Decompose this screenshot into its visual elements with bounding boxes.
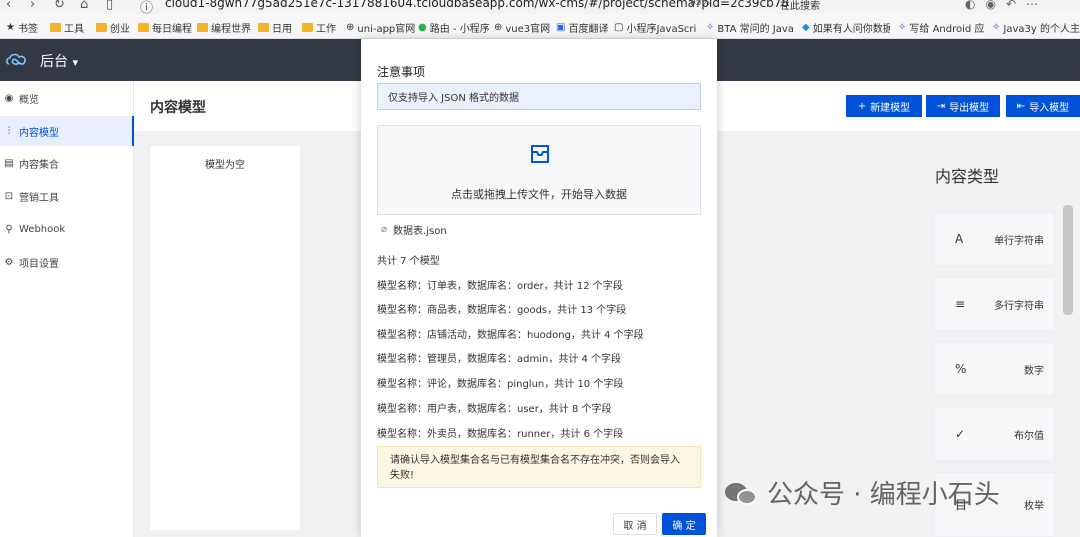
import-icon: ⇤ — [1016, 100, 1026, 112]
code-icon: ◆ — [802, 22, 810, 33]
model-summary-line: 模型名称：评论，数据库名：pinglun，共计 10 个字段 — [377, 379, 624, 390]
folder-icon — [302, 23, 313, 32]
type-card-single-line[interactable]: A 单行字符串 — [934, 212, 1055, 266]
cancel-button[interactable]: 取 消 — [613, 513, 657, 535]
bookmark-item[interactable]: ★ 书签 — [6, 20, 38, 35]
vector-icon: ✧ — [992, 22, 1001, 33]
paperclip-icon: ⌀ — [381, 224, 388, 235]
folder-icon — [197, 23, 208, 32]
bookmark-item[interactable]: ✧ Java3y 的个人主 — [992, 20, 1080, 35]
text-icon: A — [955, 232, 964, 246]
percent-icon: % — [955, 362, 967, 376]
home-icon[interactable]: ⌂ — [80, 0, 88, 12]
info-alert: 仅支持导入 JSON 格式的数据 — [377, 83, 701, 110]
model-summary-line: 模型名称：订单表，数据库名：order，共计 12 个字段 — [377, 281, 623, 292]
sidebar-item-content-collection[interactable]: ▤ 内容集合 — [0, 148, 134, 178]
sidebar-item-overview[interactable]: ◉ 概览 — [0, 83, 134, 113]
gear-icon: ⚙ — [4, 256, 14, 268]
translate-icon: ▣ — [556, 22, 566, 33]
star-icon: ★ — [6, 22, 15, 33]
model-summary-line: 模型名称：外卖员，数据库名：runner，共计 6 个字段 — [377, 429, 624, 440]
import-modal: 注意事项 仅支持导入 JSON 格式的数据 点击或拖拽上传文件，开始导入数据 ⌀… — [361, 39, 717, 537]
bookmark-item[interactable]: ◆ 如果有人问你数据 — [802, 20, 890, 35]
export-icon: ⇥ — [936, 100, 946, 112]
cloud-logo-icon — [6, 53, 26, 65]
wechat-icon: ● — [418, 22, 427, 33]
upload-hint: 点击或拖拽上传文件，开始导入数据 — [451, 188, 627, 201]
globe-icon: ⊕ — [494, 22, 503, 33]
bookmark-item[interactable]: 日用 — [258, 20, 292, 35]
uploaded-file[interactable]: ⌀ 数据表.json — [381, 222, 447, 237]
gift-icon: ⊡ — [4, 190, 14, 202]
reader-icon[interactable]: ▯ — [106, 0, 113, 12]
bookmark-item[interactable]: ⊕ uni-app官网 — [346, 20, 415, 35]
modal-title: 注意事项 — [377, 65, 426, 79]
reload-icon[interactable]: ↻ — [54, 0, 65, 12]
bookmark-item[interactable]: ✧ BTA 常问的 Java — [706, 20, 794, 35]
plus-icon: + — [857, 100, 867, 112]
empty-state-text: 模型为空 — [205, 160, 245, 171]
bookmark-item[interactable]: 工具 — [50, 20, 84, 35]
model-count: 共计 7 个模型 — [377, 256, 440, 267]
eye-icon: ◉ — [4, 92, 14, 104]
folder-icon — [96, 23, 107, 32]
sidebar-item-content-model[interactable]: ⫶ 内容模型 — [0, 116, 134, 146]
model-icon: ⫶ — [7, 125, 11, 137]
model-summary-line: 模型名称：店铺活动，数据库名：huodong，共计 4 个字段 — [377, 330, 644, 341]
bookmark-item[interactable]: 编程世界 — [197, 20, 251, 35]
import-model-button[interactable]: ⇤ 导入模型 — [1006, 95, 1080, 117]
vector-icon: ✧ — [706, 22, 715, 33]
folder-icon — [50, 23, 61, 32]
inbox-icon — [531, 145, 549, 163]
sidebar-item-marketing[interactable]: ⊡ 营销工具 — [0, 181, 134, 211]
warning-alert: 请确认导入模型集合名与已有模型集合名不存在冲突，否则会导入失败! — [377, 446, 701, 488]
vector-icon: ✧ — [898, 22, 907, 33]
folder-icon — [258, 23, 269, 32]
sidebar-item-settings[interactable]: ⚙ 项目设置 — [0, 247, 134, 277]
bookmarks-bar: ★ 书签 工具 创业 每日编程 编程世界 日用 工作 ⊕ uni-app官网 ● 路由… — [0, 14, 1080, 39]
export-model-button[interactable]: ⇥ 导出模型 — [926, 95, 1000, 117]
wechat-icon — [725, 479, 759, 507]
browser-extension-icons[interactable]: ◐◉↶⋯ — [965, 0, 1048, 11]
globe-icon: ⊕ — [346, 22, 355, 33]
scrollbar-thumb[interactable] — [1063, 205, 1073, 315]
model-summary-line: 模型名称：用户表，数据库名：user，共计 8 个字段 — [377, 404, 612, 415]
type-card-number[interactable]: % 数字 — [934, 342, 1055, 396]
project-switcher[interactable]: 后台 ▾ — [40, 51, 78, 71]
confirm-button[interactable]: 确 定 — [662, 513, 706, 535]
webhook-icon: ⚲ — [5, 223, 13, 235]
type-card-boolean[interactable]: ✓ 布尔值 — [934, 407, 1055, 461]
zoom-level[interactable]: 95% — [690, 0, 710, 8]
browser-search[interactable]: 在此搜索 — [780, 0, 820, 12]
type-card-multi-line[interactable]: ≡ 多行字符串 — [934, 277, 1055, 331]
page-title: 内容模型 — [150, 100, 206, 116]
sidebar-item-webhook[interactable]: ⚲ Webhook — [0, 214, 134, 244]
folder-icon — [138, 23, 149, 32]
bookmark-item[interactable]: 工作 — [302, 20, 336, 35]
bookmark-item[interactable]: 每日编程 — [138, 20, 192, 35]
back-icon[interactable]: ‹ — [6, 0, 11, 12]
list-icon: ▤ — [4, 157, 14, 169]
info-icon[interactable]: ⓘ — [140, 0, 153, 14]
bookmark-item[interactable]: 创业 — [96, 20, 130, 35]
chevron-down-icon: ▾ — [72, 56, 78, 69]
paragraph-icon: ≡ — [955, 297, 966, 311]
new-model-button[interactable]: + 新建模型 — [846, 95, 922, 117]
bookmark-item[interactable]: ⊕ vue3官网 — [494, 20, 550, 35]
model-summary-line: 模型名称：商品表，数据库名：goods，共计 13 个字段 — [377, 305, 627, 316]
model-list-panel: 模型为空 — [150, 146, 300, 530]
forward-icon[interactable]: › — [30, 0, 35, 12]
sidebar: ◉ 概览 ⫶ 内容模型 ▤ 内容集合 ⊡ 营销工具 ⚲ Webhook ⚙ 项目设置 — [0, 81, 134, 537]
model-summary-line: 模型名称：管理员，数据库名：admin，共计 4 个字段 — [377, 354, 622, 365]
bookmark-item[interactable]: ● 路由 - 小程序 — [418, 20, 490, 35]
content-types-title: 内容类型 — [935, 167, 1000, 186]
bookmark-item[interactable]: ▣ 百度翻译 — [556, 20, 608, 35]
check-icon: ✓ — [955, 427, 966, 441]
watermark: 公众号 · 编程小石头 — [725, 474, 1000, 511]
bookmark-item[interactable]: ▢小程序JavaScript — [614, 20, 696, 35]
bookmark-item[interactable]: ✧写给 Android 应用 — [898, 20, 984, 35]
browser-address-bar: ‹ › ↻ ⌂ ▯ ⓘ cloud1-8gwh77g5ad251e7c-1317… — [0, 0, 1080, 14]
upload-dropzone[interactable]: 点击或拖拽上传文件，开始导入数据 — [377, 125, 701, 215]
page-icon: ▢ — [614, 22, 624, 33]
